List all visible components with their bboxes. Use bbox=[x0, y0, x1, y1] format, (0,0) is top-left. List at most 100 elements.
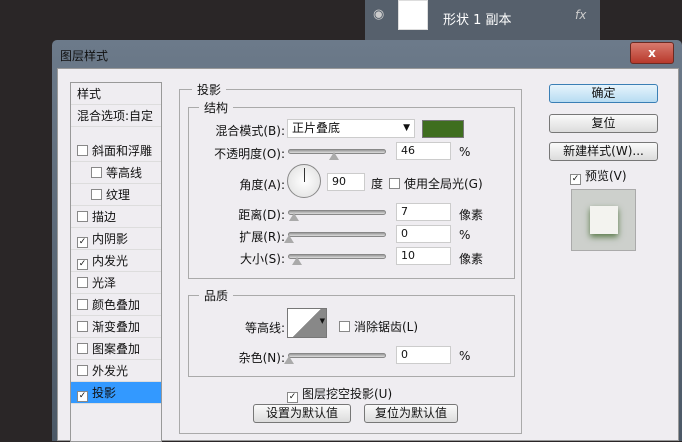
style-item-label: 描边 bbox=[92, 210, 117, 224]
checkbox[interactable] bbox=[91, 189, 102, 200]
distance-unit: 像素 bbox=[459, 208, 484, 222]
structure-title: 结构 bbox=[199, 99, 234, 116]
preview-label: 预览(V) bbox=[585, 169, 627, 183]
checkbox[interactable]: ✓ bbox=[570, 174, 581, 185]
anti-alias-label: 消除锯齿(L) bbox=[354, 320, 419, 334]
size-slider[interactable] bbox=[288, 254, 386, 265]
spread-unit: % bbox=[459, 228, 471, 242]
blend-mode-label: 混合模式(B): bbox=[215, 124, 285, 138]
angle-label: 角度(A): bbox=[239, 178, 285, 192]
reset-default-button[interactable]: 复位为默认值 bbox=[364, 404, 458, 423]
new-style-button[interactable]: 新建样式(W)... bbox=[549, 142, 658, 161]
style-item-label: 光泽 bbox=[92, 276, 117, 290]
preview-checkbox[interactable]: ✓ 预览(V) bbox=[570, 167, 627, 185]
blend-options-item[interactable]: 混合选项:自定 bbox=[71, 105, 161, 127]
preview-thumbnail bbox=[571, 189, 636, 251]
angle-unit: 度 bbox=[371, 177, 384, 191]
opacity-slider[interactable] bbox=[288, 149, 386, 160]
slider-thumb[interactable] bbox=[284, 356, 294, 364]
quality-group: 品质 等高线: ▼ 消除锯齿(L) 杂色(N): 0 % bbox=[188, 287, 515, 377]
slider-thumb[interactable] bbox=[284, 235, 294, 243]
style-item-label: 外发光 bbox=[92, 364, 129, 378]
blend-mode-select[interactable]: 正片叠底 ▼ bbox=[287, 119, 415, 138]
blend-mode-value: 正片叠底 bbox=[292, 121, 341, 135]
drop-shadow-group: 投影 结构 混合模式(B): 正片叠底 ▼ 不透明度(O): 46 % 角度(A)… bbox=[179, 81, 522, 434]
anti-alias-checkbox[interactable]: 消除锯齿(L) bbox=[339, 318, 418, 335]
style-item[interactable]: 图案叠加 bbox=[71, 338, 161, 360]
styles-header[interactable]: 样式 bbox=[71, 83, 161, 105]
spread-slider[interactable] bbox=[284, 232, 386, 243]
global-light-checkbox[interactable]: 使用全局光(G) bbox=[389, 175, 483, 192]
chevron-down-icon: ▼ bbox=[319, 317, 325, 325]
style-item-label: 投影 bbox=[92, 386, 117, 400]
knockout-checkbox[interactable]: ✓ 图层挖空投影(U) bbox=[287, 385, 392, 403]
noise-input[interactable]: 0 bbox=[396, 346, 451, 364]
chevron-down-icon: ▼ bbox=[403, 123, 410, 133]
checkbox[interactable] bbox=[77, 277, 88, 288]
checkbox[interactable] bbox=[77, 299, 88, 310]
layers-panel: ◉ 形状 1 副本 fx bbox=[365, 0, 600, 40]
angle-dial[interactable] bbox=[287, 164, 321, 198]
fx-icon[interactable]: fx bbox=[575, 8, 586, 22]
reset-button[interactable]: 复位 bbox=[549, 114, 658, 133]
checkbox[interactable]: ✓ bbox=[77, 259, 88, 270]
slider-thumb[interactable] bbox=[292, 257, 302, 265]
noise-slider[interactable] bbox=[284, 353, 386, 364]
checkbox[interactable] bbox=[77, 321, 88, 332]
contour-label: 等高线: bbox=[244, 321, 285, 335]
checkbox[interactable] bbox=[77, 343, 88, 354]
style-item[interactable]: 外发光 bbox=[71, 360, 161, 382]
structure-group: 结构 混合模式(B): 正片叠底 ▼ 不透明度(O): 46 % 角度(A): 9… bbox=[188, 99, 515, 279]
close-button[interactable]: x bbox=[630, 42, 674, 64]
styles-list: 样式 混合选项:自定 斜面和浮雕等高线 纹理描边 ✓ 内阴影 ✓ 内发光光泽颜色叠加渐变叠… bbox=[70, 82, 162, 442]
spread-input[interactable]: 0 bbox=[396, 225, 451, 243]
style-item[interactable]: 描边 bbox=[71, 206, 161, 228]
style-item[interactable]: ✓ 内发光 bbox=[71, 250, 161, 272]
size-label: 大小(S): bbox=[239, 252, 285, 266]
style-item-label: 图案叠加 bbox=[92, 342, 141, 356]
slider-thumb[interactable] bbox=[329, 152, 339, 160]
style-item-label: 颜色叠加 bbox=[92, 298, 141, 312]
checkbox[interactable] bbox=[389, 178, 400, 189]
style-item[interactable]: 光泽 bbox=[71, 272, 161, 294]
style-item[interactable]: 纹理 bbox=[71, 184, 161, 206]
style-item[interactable]: 斜面和浮雕 bbox=[71, 140, 161, 162]
contour-picker[interactable]: ▼ bbox=[287, 308, 327, 338]
eye-icon[interactable]: ◉ bbox=[373, 7, 384, 22]
style-item[interactable]: ✓ 内阴影 bbox=[71, 228, 161, 250]
noise-unit: % bbox=[459, 349, 471, 363]
distance-label: 距离(D): bbox=[238, 208, 285, 222]
checkbox[interactable]: ✓ bbox=[77, 391, 88, 402]
global-light-label: 使用全局光(G) bbox=[404, 177, 483, 191]
quality-title: 品质 bbox=[199, 287, 234, 304]
size-input[interactable]: 10 bbox=[396, 247, 451, 265]
style-item-label: 渐变叠加 bbox=[92, 320, 141, 334]
distance-slider[interactable] bbox=[288, 210, 386, 221]
style-item[interactable]: 颜色叠加 bbox=[71, 294, 161, 316]
distance-input[interactable]: 7 bbox=[396, 203, 451, 221]
checkbox[interactable] bbox=[77, 145, 88, 156]
slider-thumb[interactable] bbox=[289, 213, 299, 221]
spread-label: 扩展(R): bbox=[239, 230, 285, 244]
style-item[interactable]: 等高线 bbox=[71, 162, 161, 184]
style-item[interactable]: 渐变叠加 bbox=[71, 316, 161, 338]
angle-input[interactable]: 90 bbox=[327, 173, 365, 191]
checkbox[interactable] bbox=[77, 211, 88, 222]
style-item[interactable]: ✓ 投影 bbox=[71, 382, 161, 404]
checkbox[interactable]: ✓ bbox=[287, 392, 298, 403]
layer-name[interactable]: 形状 1 副本 bbox=[443, 9, 512, 28]
checkbox[interactable] bbox=[339, 321, 350, 332]
layer-style-dialog: 图层样式 x 样式 混合选项:自定 斜面和浮雕 等高线 纹理 描边 ✓ 内阴影 ✓ 内发光 光泽… bbox=[52, 40, 682, 442]
checkbox[interactable] bbox=[91, 167, 102, 178]
opacity-input[interactable]: 46 bbox=[396, 142, 451, 160]
opacity-unit: % bbox=[459, 145, 471, 159]
checkbox[interactable] bbox=[77, 365, 88, 376]
shadow-color-swatch[interactable] bbox=[422, 120, 464, 138]
make-default-button[interactable]: 设置为默认值 bbox=[253, 404, 351, 423]
ok-button[interactable]: 确定 bbox=[549, 84, 658, 103]
dialog-body: 样式 混合选项:自定 斜面和浮雕等高线 纹理描边 ✓ 内阴影 ✓ 内发光光泽颜色叠加渐变叠… bbox=[57, 68, 679, 442]
style-item-label: 斜面和浮雕 bbox=[92, 144, 153, 158]
knockout-label: 图层挖空投影(U) bbox=[302, 387, 393, 401]
drop-shadow-title: 投影 bbox=[192, 81, 227, 98]
checkbox[interactable]: ✓ bbox=[77, 237, 88, 248]
